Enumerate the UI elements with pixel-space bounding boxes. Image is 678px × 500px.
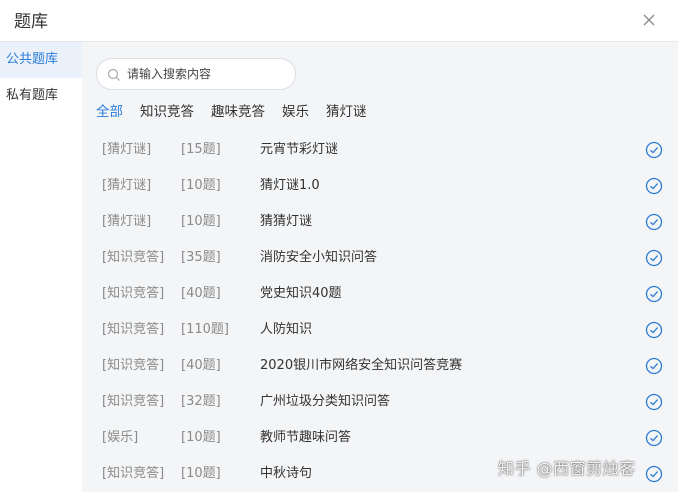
list-item[interactable]: [知识竞答] [110题] 人防知识 bbox=[82, 312, 678, 348]
list-item[interactable]: [知识竞答] [40题] 2020银川市网络安全知识问答竞赛 bbox=[82, 348, 678, 384]
item-name: 猜灯谜1.0 bbox=[260, 178, 320, 193]
item-count: [40题] bbox=[181, 286, 221, 301]
item-category: [知识竞答] bbox=[102, 286, 165, 301]
item-category: [娱乐] bbox=[102, 430, 139, 445]
question-bank-list: [猜灯谜] [15题] 元宵节彩灯谜 [猜灯谜] [10题] 猜灯谜1.0 [猜… bbox=[82, 132, 678, 492]
list-item[interactable]: [知识竞答] [35题] 消防安全小知识问答 bbox=[82, 240, 678, 276]
tab-fun-quiz[interactable]: 趣味竞答 bbox=[211, 100, 265, 122]
dialog-title: 题库 bbox=[14, 12, 48, 32]
category-tabs: 全部 知识竞答 趣味竞答 娱乐 猜灯谜 bbox=[96, 100, 384, 122]
question-bank-dialog: 题库 公共题库 私有题库 全部 知识竞答 趣味竞答 娱乐 猜灯谜 bbox=[0, 0, 678, 500]
item-name: 教师节趣味问答 bbox=[260, 430, 352, 445]
check-circle-icon[interactable] bbox=[645, 141, 663, 159]
sidebar-item-public-bank[interactable]: 公共题库 bbox=[0, 42, 82, 78]
item-count: [40题] bbox=[181, 358, 221, 373]
check-circle-icon[interactable] bbox=[645, 321, 663, 339]
item-name: 中秋诗句 bbox=[260, 466, 313, 481]
check-circle-icon[interactable] bbox=[645, 213, 663, 231]
sidebar-item-private-bank[interactable]: 私有题库 bbox=[0, 78, 82, 114]
search-icon bbox=[107, 68, 120, 81]
tab-lantern-riddles[interactable]: 猜灯谜 bbox=[326, 100, 367, 122]
item-name: 人防知识 bbox=[260, 322, 313, 337]
search-box[interactable] bbox=[96, 58, 296, 90]
list-item[interactable]: [知识竞答] [32题] 广州垃圾分类知识问答 bbox=[82, 384, 678, 420]
item-count: [110题] bbox=[181, 322, 229, 337]
item-category: [猜灯谜] bbox=[102, 178, 152, 193]
list-item[interactable]: [娱乐] [10题] 教师节趣味问答 bbox=[82, 420, 678, 456]
sidebar-item-label: 私有题库 bbox=[6, 88, 59, 103]
item-category: [知识竞答] bbox=[102, 358, 165, 373]
item-name: 广州垃圾分类知识问答 bbox=[260, 394, 391, 409]
list-item[interactable]: [知识竞答] [40题] 党史知识40题 bbox=[82, 276, 678, 312]
item-category: [猜灯谜] bbox=[102, 214, 152, 229]
list-item[interactable]: [猜灯谜] [10题] 猜猜灯谜 bbox=[82, 204, 678, 240]
check-circle-icon[interactable] bbox=[645, 249, 663, 267]
tab-all[interactable]: 全部 bbox=[96, 100, 123, 122]
sidebar-item-label: 公共题库 bbox=[6, 52, 59, 67]
item-count: [10题] bbox=[181, 178, 221, 193]
list-item[interactable]: [猜灯谜] [10题] 猜灯谜1.0 bbox=[82, 168, 678, 204]
item-name: 元宵节彩灯谜 bbox=[260, 142, 339, 157]
check-circle-icon[interactable] bbox=[645, 177, 663, 195]
item-category: [知识竞答] bbox=[102, 322, 165, 337]
item-name: 消防安全小知识问答 bbox=[260, 250, 378, 265]
item-category: [知识竞答] bbox=[102, 250, 165, 265]
dialog-header: 题库 bbox=[0, 0, 678, 42]
sidebar: 公共题库 私有题库 bbox=[0, 42, 82, 492]
item-count: [32题] bbox=[181, 394, 221, 409]
check-circle-icon[interactable] bbox=[645, 393, 663, 411]
item-name: 猜猜灯谜 bbox=[260, 214, 313, 229]
check-circle-icon[interactable] bbox=[645, 429, 663, 447]
main-panel: 全部 知识竞答 趣味竞答 娱乐 猜灯谜 [猜灯谜] [15题] 元宵节彩灯谜 [… bbox=[82, 42, 678, 492]
item-count: [15题] bbox=[181, 142, 221, 157]
item-count: [10题] bbox=[181, 466, 221, 481]
item-count: [35题] bbox=[181, 250, 221, 265]
check-circle-icon[interactable] bbox=[645, 285, 663, 303]
close-icon[interactable] bbox=[640, 11, 658, 29]
item-count: [10题] bbox=[181, 214, 221, 229]
search-input[interactable] bbox=[127, 65, 287, 83]
item-category: [知识竞答] bbox=[102, 394, 165, 409]
watermark: 知乎 @西窗剪烛客 bbox=[498, 459, 636, 478]
item-count: [10题] bbox=[181, 430, 221, 445]
item-name: 党史知识40题 bbox=[260, 286, 342, 301]
item-name: 2020银川市网络安全知识问答竞赛 bbox=[260, 358, 463, 373]
tab-entertainment[interactable]: 娱乐 bbox=[282, 100, 309, 122]
check-circle-icon[interactable] bbox=[645, 465, 663, 483]
item-category: [知识竞答] bbox=[102, 466, 165, 481]
check-circle-icon[interactable] bbox=[645, 357, 663, 375]
tab-knowledge-quiz[interactable]: 知识竞答 bbox=[140, 100, 194, 122]
item-category: [猜灯谜] bbox=[102, 142, 152, 157]
list-item[interactable]: [猜灯谜] [15题] 元宵节彩灯谜 bbox=[82, 132, 678, 168]
